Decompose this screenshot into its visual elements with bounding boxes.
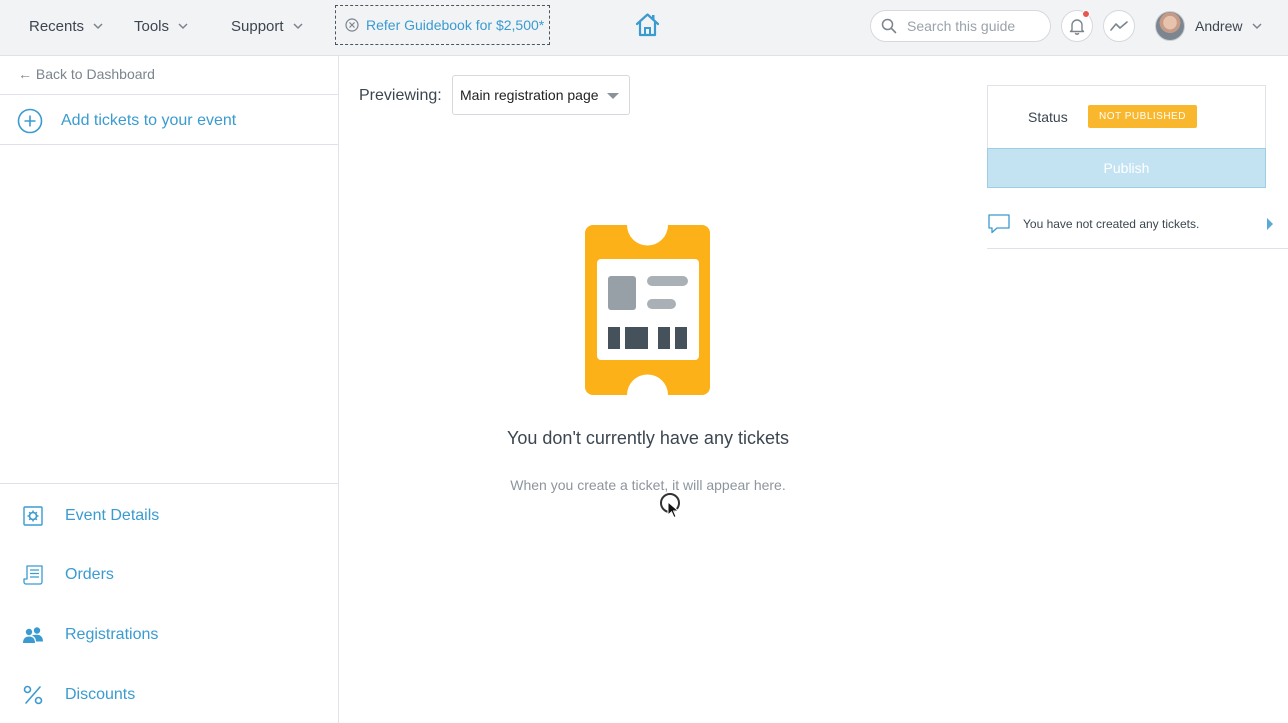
empty-state-subtitle: When you create a ticket, it will appear… (510, 477, 786, 493)
sidebar-item-registrations[interactable]: Registrations (22, 624, 158, 646)
activity-button[interactable] (1103, 10, 1135, 42)
sidebar-item-discounts-label: Discounts (65, 686, 136, 703)
ticket-illustration-icon (585, 225, 710, 395)
main-content: Previewing: Main registration page You d… (339, 56, 957, 723)
add-tickets-button[interactable]: Add tickets to your event (17, 108, 236, 134)
divider (987, 248, 1288, 249)
user-name: Andrew (1195, 18, 1243, 34)
nav-recents-label: Recents (29, 17, 85, 35)
sidebar-item-discounts[interactable]: Discounts (22, 684, 135, 706)
activity-icon (1110, 21, 1128, 31)
dropdown-arrow-icon (607, 93, 619, 99)
add-circle-icon (17, 108, 43, 134)
bell-icon (1069, 19, 1085, 35)
left-sidebar: ← Back to Dashboard Add tickets to your … (0, 56, 339, 723)
refer-banner[interactable]: Refer Guidebook for $2,500* (335, 5, 550, 45)
tickets-notice[interactable]: You have not created any tickets. (987, 212, 1277, 236)
people-icon (23, 627, 43, 643)
divider (0, 483, 338, 484)
divider (0, 94, 338, 95)
nav-support[interactable]: Support (231, 0, 304, 52)
preview-page-selected: Main registration page (460, 87, 599, 103)
divider (0, 144, 338, 145)
chevron-down-icon (93, 23, 103, 30)
back-to-dashboard-label: Back to Dashboard (35, 66, 155, 82)
status-badge: NOT PUBLISHED (1088, 105, 1197, 128)
percent-icon (23, 685, 43, 705)
nav-tools[interactable]: Tools (134, 0, 189, 52)
sidebar-item-registrations-label: Registrations (65, 626, 159, 643)
notification-badge (1082, 10, 1090, 18)
close-circle-icon[interactable] (345, 18, 359, 32)
mouse-cursor-icon (667, 501, 680, 519)
add-tickets-label: Add tickets to your event (61, 112, 237, 129)
back-arrow-icon: ← (18, 66, 32, 82)
sidebar-item-event-details[interactable]: Event Details (22, 505, 159, 527)
chevron-down-icon (293, 23, 303, 30)
avatar (1155, 11, 1185, 41)
speech-bubble-icon (988, 214, 1010, 234)
sidebar-item-orders-label: Orders (65, 566, 114, 583)
home-icon[interactable] (634, 11, 661, 38)
status-card: Status NOT PUBLISHED Publish (987, 85, 1266, 188)
sidebar-item-orders[interactable]: Orders (22, 564, 114, 586)
search-input[interactable] (907, 18, 1037, 34)
user-menu[interactable]: Andrew (1155, 10, 1263, 42)
back-to-dashboard-link[interactable]: ← Back to Dashboard (18, 66, 155, 82)
chevron-down-icon (1252, 23, 1262, 30)
nav-recents[interactable]: Recents (29, 0, 104, 52)
receipt-icon (23, 565, 43, 585)
caret-right-icon (1267, 218, 1273, 230)
preview-page-select[interactable]: Main registration page (452, 75, 630, 115)
search-box[interactable] (870, 10, 1051, 42)
empty-state-title: You don't currently have any tickets (507, 428, 789, 448)
status-label: Status (1028, 109, 1068, 125)
refer-label: Refer Guidebook for $2,500* (366, 17, 545, 33)
tickets-notice-text: You have not created any tickets. (1023, 217, 1200, 231)
right-panel: Status NOT PUBLISHED Publish You have no… (957, 56, 1288, 723)
search-icon (881, 18, 897, 34)
event-details-icon (23, 506, 43, 526)
nav-support-label: Support (231, 17, 284, 35)
nav-tools-label: Tools (134, 17, 170, 35)
chevron-down-icon (178, 23, 188, 30)
top-bar: Recents Tools Support Refer Guidebook fo… (0, 0, 1288, 56)
previewing-label: Previewing: (359, 87, 442, 104)
notifications-button[interactable] (1061, 10, 1093, 42)
publish-button[interactable]: Publish (987, 148, 1266, 188)
sidebar-item-event-details-label: Event Details (65, 507, 160, 524)
